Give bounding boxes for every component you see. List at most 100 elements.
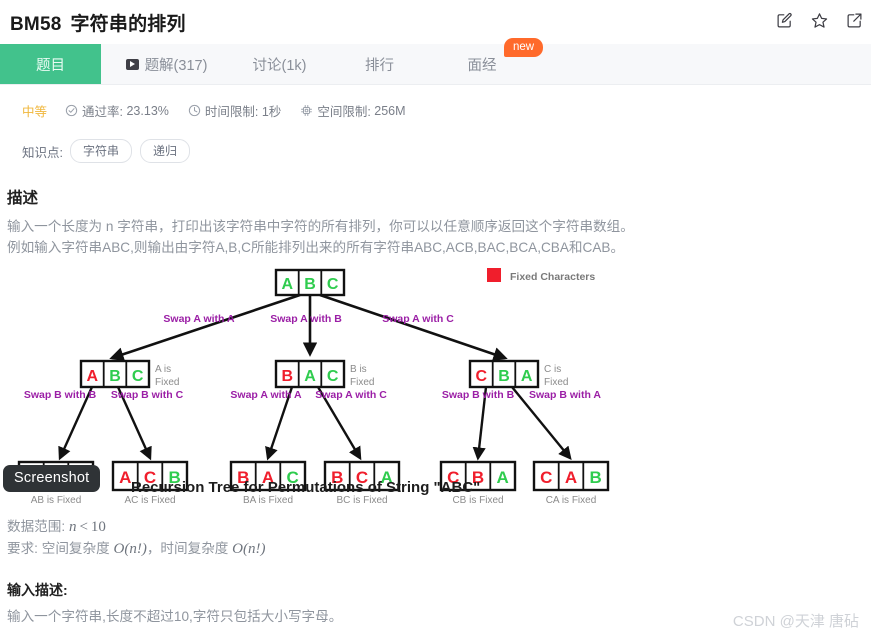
svg-text:A: A xyxy=(87,368,99,385)
input-description-heading: 输入描述: xyxy=(7,582,68,598)
time-limit-value: 1秒 xyxy=(261,105,282,119)
knowledge-tag-recursion[interactable]: 递归 xyxy=(140,139,191,163)
title-bar: BM58 字符串的排列 xyxy=(0,0,871,44)
legend-swatch xyxy=(487,268,501,282)
svg-text:A is: A is xyxy=(155,364,171,375)
requirement-line: 要求: 空间复杂度 O(n!)，时间复杂度 O(n!) xyxy=(7,538,266,560)
edge-label-l1-3: Swap A with C xyxy=(315,389,387,401)
svg-text:BA is Fixed: BA is Fixed xyxy=(243,495,293,506)
tab-discussion[interactable]: 讨论(1k) xyxy=(232,44,327,84)
new-badge: new xyxy=(504,38,544,58)
svg-text:A: A xyxy=(497,468,509,487)
pass-rate-value: 23.13% xyxy=(126,103,169,118)
pass-rate: 通过率: 23.13% xyxy=(65,101,169,120)
space-complexity-label: 空间复杂度 xyxy=(41,541,110,556)
time-limit-label: 时间限制: xyxy=(204,105,259,119)
svg-text:C: C xyxy=(540,468,552,487)
share-external-icon[interactable] xyxy=(846,12,863,29)
tab-solutions-label: 题解(317) xyxy=(144,57,208,74)
space-limit: 空间限制: 256M xyxy=(300,101,406,120)
edge-label-l1-0: Swap B with B xyxy=(24,389,97,401)
data-range-value: 10 xyxy=(90,519,106,535)
edge-label-l1-2: Swap A with A xyxy=(230,389,302,401)
svg-text:C: C xyxy=(327,276,339,293)
tab-ranking[interactable]: 排行 xyxy=(327,44,432,84)
edge-label-root-0: Swap A with A xyxy=(163,313,235,325)
svg-text:C: C xyxy=(476,368,488,385)
tree-node-root: A B C xyxy=(274,268,346,297)
tab-bar: 题目 题解(317) 讨论(1k) 排行 面经 xyxy=(0,44,871,85)
svg-text:AB is Fixed: AB is Fixed xyxy=(31,495,82,506)
svg-text:Fixed: Fixed xyxy=(155,377,179,388)
data-range-op: < xyxy=(79,519,88,535)
svg-text:Fixed: Fixed xyxy=(350,377,374,388)
svg-text:BC is Fixed: BC is Fixed xyxy=(336,495,387,506)
edge-label-root-2: Swap A with C xyxy=(382,313,454,325)
tree-node-l1-2: C B A C is Fixed xyxy=(468,359,568,389)
knowledge-points: 知识点: 字符串 递归 xyxy=(22,139,198,163)
svg-text:A: A xyxy=(304,368,316,385)
play-icon xyxy=(125,58,139,70)
requirement-label: 要求: xyxy=(7,541,38,556)
time-complexity-label: ，时间复杂度 xyxy=(146,541,229,556)
diagram-caption: Recursion Tree for Permutations of Strin… xyxy=(131,479,481,496)
problem-title: 字符串的排列 xyxy=(70,13,186,35)
svg-text:B is: B is xyxy=(350,364,367,375)
edit-icon[interactable] xyxy=(776,12,793,29)
svg-text:C: C xyxy=(327,368,339,385)
svg-text:A: A xyxy=(565,468,577,487)
description-line-1: 输入一个长度为 n 字符串，打印出该字符串中字符的所有排列，你可以以任意顺序返回… xyxy=(7,219,634,234)
edge-label-l1-5: Swap B with A xyxy=(529,389,601,401)
space-limit-value: 256M xyxy=(374,103,406,118)
svg-text:Fixed: Fixed xyxy=(544,377,568,388)
star-icon[interactable] xyxy=(811,12,828,29)
tree-node-l2-5: C A B CA is Fixed xyxy=(532,460,610,506)
time-complexity-value: O(n!) xyxy=(232,541,266,557)
difficulty-badge: 中等 xyxy=(22,105,48,119)
screenshot-tooltip: Screenshot xyxy=(3,465,101,492)
tab-ranking-label: 排行 xyxy=(365,57,394,74)
svg-text:B: B xyxy=(304,276,316,293)
space-limit-label: 空间限制: xyxy=(317,105,371,119)
clock-icon xyxy=(188,104,201,117)
description-heading: 描述 xyxy=(7,190,39,207)
pass-rate-label: 通过率: xyxy=(82,105,123,119)
tree-node-l1-0: A B C A is Fixed xyxy=(79,359,179,389)
svg-text:B: B xyxy=(109,368,121,385)
svg-text:CB is Fixed: CB is Fixed xyxy=(452,495,503,506)
svg-text:C is: C is xyxy=(544,364,561,375)
tab-problem-label: 题目 xyxy=(36,57,65,74)
tab-solutions[interactable]: 题解(317) xyxy=(101,44,232,84)
meta-row: 中等 通过率: 23.13% 时间限制: 1秒 空间限制: 256M xyxy=(22,101,425,120)
data-range-line: 数据范围: n <10 xyxy=(7,516,106,538)
edge-label-root-1: Swap A with B xyxy=(270,313,342,325)
svg-text:A: A xyxy=(282,276,294,293)
svg-text:B: B xyxy=(498,368,510,385)
legend-label: Fixed Characters xyxy=(510,271,595,283)
time-limit: 时间限制: 1秒 xyxy=(188,101,281,120)
description-line-2: 例如输入字符串ABC,则输出由字符A,B,C所能排列出来的所有字符串ABC,AC… xyxy=(7,240,625,255)
tree-node-l1-1: B A C B is Fixed xyxy=(274,359,374,389)
svg-text:AC is Fixed: AC is Fixed xyxy=(124,495,175,506)
problem-code: BM58 xyxy=(10,13,62,35)
tab-interview-label: 面经 xyxy=(467,57,497,74)
svg-text:A: A xyxy=(521,368,533,385)
svg-text:B: B xyxy=(282,368,294,385)
header-actions xyxy=(776,12,863,29)
svg-text:C: C xyxy=(132,368,144,385)
csdn-watermark: CSDN @天津 唐砧 xyxy=(732,613,859,630)
svg-text:CA is Fixed: CA is Fixed xyxy=(546,495,597,506)
tab-problem[interactable]: 题目 xyxy=(0,44,101,84)
problem-page: BM58 字符串的排列 题目 题解(317) 讨论(1k) 排行 面经 new … xyxy=(0,0,871,640)
chip-icon xyxy=(301,105,313,116)
svg-text:B: B xyxy=(590,468,602,487)
edge-label-l1-1: Swap B with C xyxy=(111,389,184,401)
edge-label-l1-4: Swap B with B xyxy=(442,389,515,401)
check-circle-icon xyxy=(65,104,78,117)
tab-discussion-label: 讨论(1k) xyxy=(252,57,307,74)
space-complexity-value: O(n!) xyxy=(113,541,147,557)
data-range-label: 数据范围: xyxy=(7,519,66,534)
knowledge-tag-string[interactable]: 字符串 xyxy=(69,139,132,163)
input-description-text: 输入一个字符串,长度不超过10,字符只包括大小写字母。 xyxy=(7,609,343,624)
svg-text:A: A xyxy=(119,468,131,487)
